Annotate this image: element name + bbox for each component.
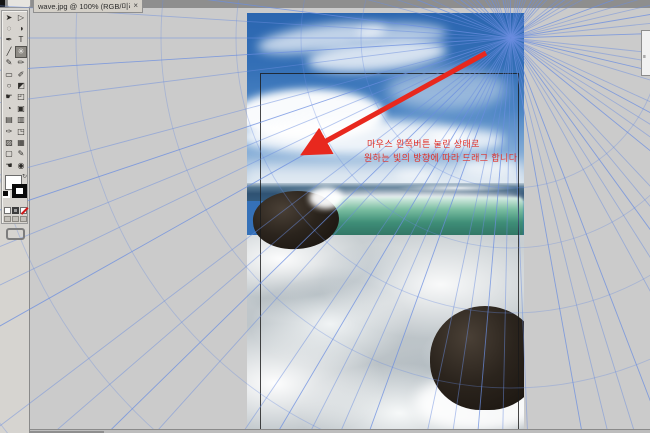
style-color-swatch[interactable] [4, 207, 11, 214]
default-colors-icon[interactable] [3, 191, 10, 198]
text-tool-icon[interactable]: T [15, 35, 27, 46]
floating-palette-fragment [6, 228, 25, 240]
tool-grid: ➤▷◌◑✒T╱✳✎✏▭✐○◩☛◰◔▣▤▥✑◳▨▦▢✎☚◉ [3, 12, 27, 171]
eyedropper-tool-icon[interactable]: ✒ [3, 35, 15, 46]
annotation-line-2: 원하는 빛의 방향에 따라 드래그 합니다 [364, 151, 517, 164]
marquee-tool-icon[interactable]: ▢ [3, 149, 15, 160]
tool-palette: ➤▷◌◑✒T╱✳✎✏▭✐○◩☛◰◔▣▤▥✑◳▨▦▢✎☚◉ ↻ [1, 10, 28, 224]
texture-swatch-3[interactable] [20, 216, 27, 222]
frame-tool-icon[interactable]: ▣ [15, 103, 27, 114]
collapsed-panel[interactable]: ≡ [641, 30, 650, 76]
style-none-swatch[interactable] [20, 207, 27, 214]
document-window-border [29, 8, 30, 433]
zoom-tool-icon[interactable]: ◉ [15, 160, 27, 171]
panel-grip-icon: ≡ [643, 55, 646, 60]
lighting-tool-icon[interactable]: ✳ [15, 46, 27, 57]
annotation-line-1: 마우스 왼쪽버튼 눌린 상태로 [367, 137, 480, 150]
pencil-tool-icon[interactable]: ✏ [15, 58, 27, 69]
tab-close-icon[interactable]: × [133, 2, 138, 10]
gradient-tool-icon[interactable]: ▥ [15, 115, 27, 126]
fill-tool-icon[interactable]: ▨ [3, 137, 15, 148]
swap-colors-icon[interactable]: ↻ [22, 173, 27, 180]
cloud [357, 23, 447, 43]
deform-tool-icon[interactable]: ◰ [15, 92, 27, 103]
eraser-tool-icon[interactable]: ▭ [3, 69, 15, 80]
pen-tool-icon[interactable]: ✑ [3, 126, 15, 137]
picture-tool-icon[interactable]: ▤ [3, 115, 15, 126]
pan-tool-icon[interactable]: ☚ [3, 160, 15, 171]
move-tool-icon[interactable]: ➤ [3, 12, 15, 23]
selection-tool-icon[interactable]: ○ [3, 80, 15, 91]
sample-tool-icon[interactable]: ✎ [15, 149, 27, 160]
lasso-tool-icon[interactable]: ◌ [3, 23, 15, 34]
clone-stamp-tool-icon[interactable]: ◳ [15, 126, 27, 137]
texture-swatch-1[interactable] [4, 216, 11, 222]
direct-selection-tool-icon[interactable]: ▷ [15, 12, 27, 23]
color-well: ↻ [2, 173, 29, 205]
texture-row [4, 216, 27, 222]
hand-pointer-tool-icon[interactable]: ☛ [3, 92, 15, 103]
line-tool-icon[interactable]: ╱ [3, 46, 15, 57]
window-control-fragment[interactable] [7, 0, 31, 8]
overview-tool-icon[interactable]: ◔ [3, 103, 15, 114]
background-color-swatch[interactable] [12, 184, 27, 198]
horizontal-scrollbar[interactable] [30, 429, 650, 433]
selection-frame [260, 73, 519, 433]
document-tab[interactable]: wave.jpg @ 100% (RGB/미리보기) × [33, 0, 143, 13]
airbrush-tool-icon[interactable]: ✐ [15, 69, 27, 80]
texture-swatch-2[interactable] [12, 216, 19, 222]
brush-tool-icon[interactable]: ✎ [3, 58, 15, 69]
style-row [4, 207, 27, 214]
window-corner-mark [0, 0, 5, 7]
style-pattern-swatch[interactable] [12, 207, 19, 214]
histogram-tool-icon[interactable]: ▦ [15, 137, 27, 148]
application-window: 마우스 왼쪽버튼 눌린 상태로 원하는 빛의 방향에 따라 드래그 합니다 wa… [0, 0, 650, 433]
crop-tool-icon[interactable]: ◩ [15, 80, 27, 91]
document-tab-title: wave.jpg @ 100% (RGB/미리보기) [38, 1, 130, 12]
color-palette-tool-icon[interactable]: ◑ [15, 23, 27, 34]
